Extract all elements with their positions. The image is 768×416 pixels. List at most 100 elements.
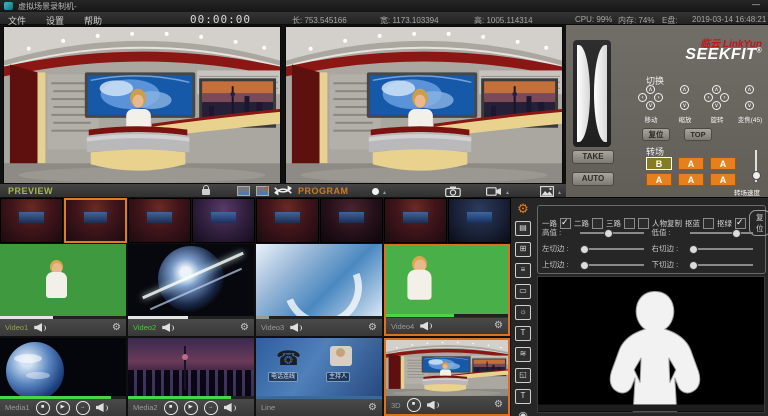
record-icon[interactable]: [372, 188, 379, 195]
zoom-pad[interactable]: ∧ ∨: [737, 85, 763, 111]
phone-link-button[interactable]: 电话连线: [268, 372, 298, 382]
transition-b-button[interactable]: B: [646, 157, 672, 170]
scene-thumbnail[interactable]: [320, 198, 383, 243]
camcorder-icon[interactable]: [486, 187, 502, 196]
app-icon: [4, 2, 13, 10]
snapshot-image-icon[interactable]: [237, 186, 250, 196]
volume-icon[interactable]: [290, 323, 302, 332]
settings-icon[interactable]: ⚙: [516, 202, 530, 215]
source-settings-icon[interactable]: ⚙: [494, 321, 503, 331]
scene-thumbnail-strip: [0, 198, 511, 243]
scene-thumbnail[interactable]: [192, 198, 255, 243]
effects-icon[interactable]: ☼: [515, 305, 531, 320]
media2-cell[interactable]: Media2 ■ ▶ →: [128, 338, 254, 416]
right-crop-slider[interactable]: [690, 248, 754, 250]
list-icon[interactable]: ≡: [515, 263, 531, 278]
lock-icon[interactable]: [202, 189, 210, 195]
video1-cell[interactable]: Video1 ⚙: [0, 244, 126, 336]
scene-thumbnail[interactable]: [384, 198, 447, 243]
brand-logo: SEEKFIT®: [632, 46, 762, 64]
low-value-slider[interactable]: [690, 232, 754, 234]
top-crop-slider[interactable]: [580, 264, 644, 266]
transition-a-button[interactable]: A: [710, 173, 736, 186]
text-icon[interactable]: T: [515, 389, 531, 404]
move-pad[interactable]: ∧ ‹ › ∨: [638, 85, 664, 111]
video2-cell[interactable]: Video2 ⚙: [128, 244, 254, 336]
scene-thumbnail[interactable]: [256, 198, 319, 243]
layers-icon[interactable]: ≋: [515, 347, 531, 362]
stop-button[interactable]: ■: [164, 401, 178, 415]
stat-height: 高: 1005.114314: [474, 15, 533, 26]
line-cell[interactable]: ☎ 电话连线 主持人 Line ⚙: [256, 338, 382, 416]
volume-icon[interactable]: [420, 322, 432, 331]
transition-a-button[interactable]: A: [710, 157, 736, 170]
picture-dropdown-icon[interactable]: ▲: [557, 190, 562, 196]
stop-button[interactable]: ■: [407, 398, 421, 412]
volume-icon[interactable]: [162, 323, 174, 332]
title-bar: 虚拟场景录制机- —: [0, 0, 768, 12]
zoom-pad-label: 变焦(45): [733, 114, 767, 124]
transition-a-button[interactable]: A: [678, 173, 704, 186]
transition-a-button[interactable]: A: [678, 157, 704, 170]
left-crop-slider[interactable]: [580, 248, 644, 250]
source-settings-icon[interactable]: ⚙: [112, 323, 121, 333]
transition-speed-slider[interactable]: [755, 150, 757, 182]
rotate-pad[interactable]: ∧ ‹ › ∨: [704, 85, 730, 111]
source-settings-icon[interactable]: ⚙: [494, 400, 503, 410]
source-settings-icon[interactable]: ⚙: [368, 323, 377, 333]
high-value-slider[interactable]: [580, 232, 644, 234]
source-settings-icon[interactable]: ⚙: [368, 403, 377, 413]
scene-thumbnail[interactable]: [128, 198, 191, 243]
t-bar-fader[interactable]: [573, 40, 611, 147]
preview-monitor: [3, 26, 281, 184]
stop-button[interactable]: ■: [36, 401, 50, 415]
display-icon[interactable]: ▭: [515, 284, 531, 299]
volume-icon[interactable]: [34, 323, 46, 332]
camcorder-dropdown-icon[interactable]: ▲: [505, 190, 510, 196]
auto-button[interactable]: AUTO: [572, 172, 614, 186]
video4-cell-selected[interactable]: Video4 ⚙: [384, 244, 510, 336]
take-button[interactable]: TAKE: [572, 150, 614, 164]
media1-cell[interactable]: Media1 ■ ▶ →: [0, 338, 126, 416]
window-icon[interactable]: ◱: [515, 368, 531, 383]
bottom-crop-slider[interactable]: [690, 264, 754, 266]
volume-icon[interactable]: [96, 403, 108, 412]
source-name: 3D: [391, 401, 401, 410]
add-layout-icon[interactable]: ⊞: [515, 242, 531, 257]
record-dropdown-icon[interactable]: ▲: [382, 190, 387, 196]
t-bar-blade-left: [577, 45, 590, 142]
save-icon[interactable]: ▤: [515, 221, 531, 236]
video3-cell[interactable]: Video3 ⚙: [256, 244, 382, 336]
transition-a-button[interactable]: A: [646, 173, 672, 186]
play-button[interactable]: ▶: [56, 401, 70, 415]
snapshot-image-alt-icon[interactable]: [256, 186, 269, 196]
volume-icon[interactable]: [224, 403, 236, 412]
phone-icon: ☎: [276, 346, 301, 371]
host-button[interactable]: 主持人: [326, 372, 350, 382]
top-button[interactable]: TOP: [684, 128, 712, 141]
minimize-button[interactable]: —: [752, 0, 760, 9]
camera-snapshot-icon[interactable]: [445, 186, 461, 197]
scene-thumbnail-selected[interactable]: [64, 198, 127, 243]
scene-thumbnail[interactable]: [0, 198, 63, 243]
source-name: Video3: [261, 323, 284, 332]
source-name: Media1: [5, 403, 30, 412]
play-button[interactable]: ▶: [184, 401, 198, 415]
swap-preview-program-icon[interactable]: [272, 185, 294, 196]
record-timer: 00:00:00: [190, 13, 251, 26]
scale-pad[interactable]: ∧ ∨: [672, 85, 698, 111]
volume-icon[interactable]: [427, 401, 439, 410]
loop-button[interactable]: →: [204, 401, 218, 415]
picture-overlay-icon[interactable]: [540, 186, 554, 197]
source-settings-icon[interactable]: ⚙: [240, 323, 249, 333]
subtitle-icon[interactable]: T: [515, 326, 531, 341]
palette-icon[interactable]: ◉: [516, 410, 530, 416]
source-name: Video1: [5, 323, 28, 332]
slider-thumb[interactable]: [752, 171, 761, 180]
stat-cpu: CPU: 99%: [575, 15, 612, 24]
loop-button[interactable]: →: [76, 401, 90, 415]
reset-button[interactable]: 复位: [642, 128, 670, 141]
scene-thumbnail[interactable]: [448, 198, 511, 243]
monitor-toolbar: PREVIEW PROGRAM ▲ ▲ ▲: [0, 184, 566, 197]
threed-output-cell-selected[interactable]: 3D ■ ⚙: [384, 338, 510, 416]
